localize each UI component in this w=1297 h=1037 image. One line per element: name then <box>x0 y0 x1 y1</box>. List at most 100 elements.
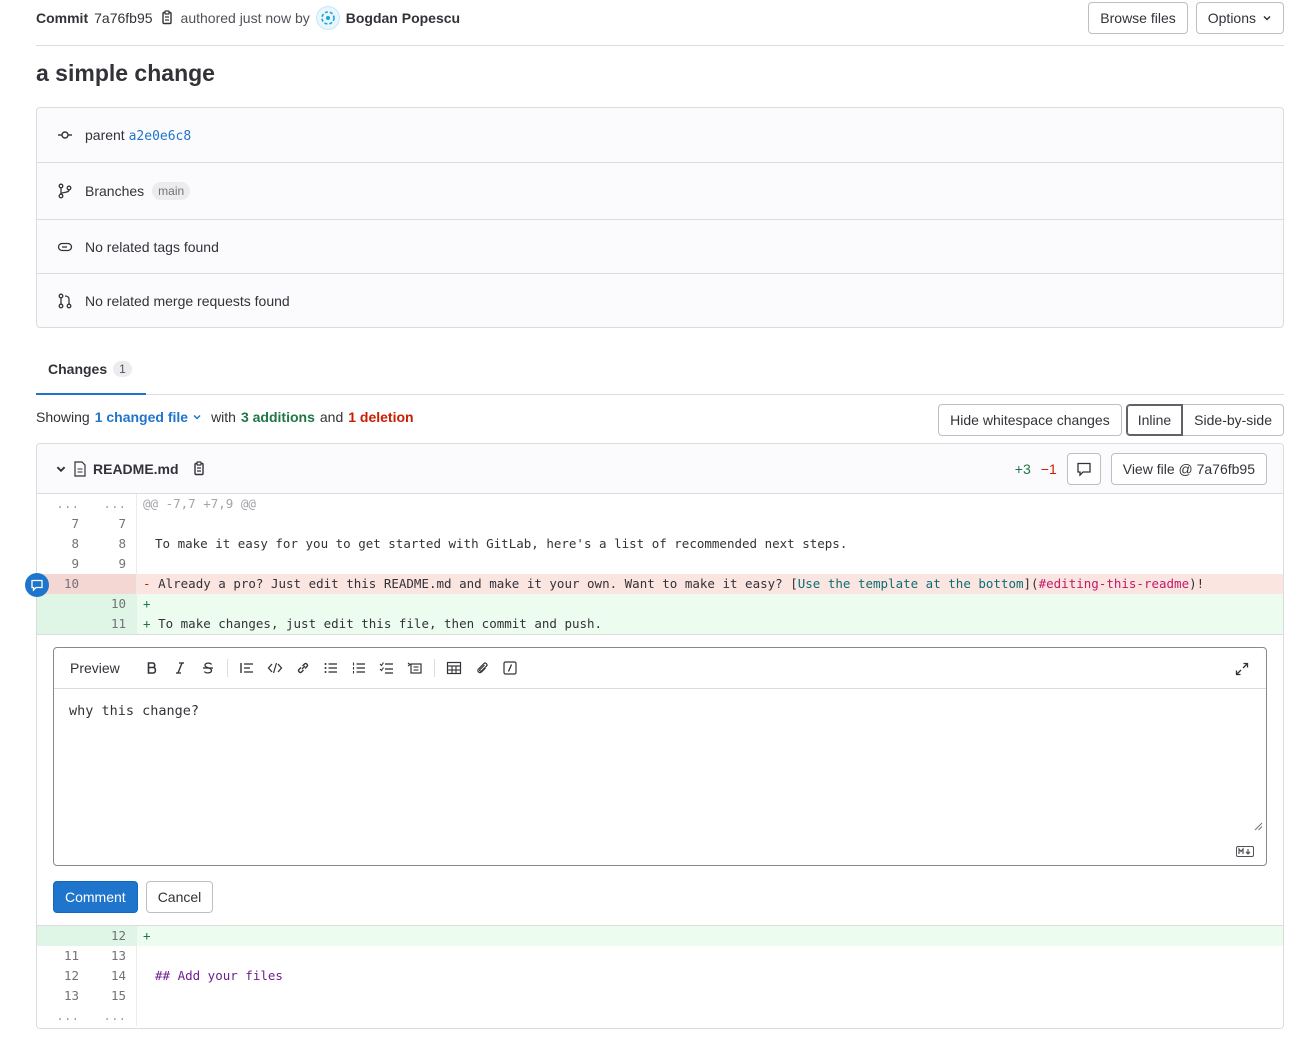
old-line-number[interactable] <box>37 594 87 614</box>
new-line-number[interactable]: ... <box>87 1006 137 1026</box>
chevron-down-icon[interactable] <box>55 463 67 475</box>
diff-line: 9 9 <box>37 554 1283 574</box>
line-code: + <box>143 596 159 611</box>
slash-command-icon[interactable] <box>496 654 524 682</box>
parent-sha-link[interactable]: a2e0e6c8 <box>129 129 192 144</box>
fullscreen-icon[interactable] <box>1228 655 1256 683</box>
chevron-down-icon <box>192 412 202 422</box>
parent-label: parent <box>85 126 125 143</box>
italic-icon[interactable] <box>166 654 194 682</box>
editor-toolbar: Preview <box>54 648 1266 689</box>
new-line-number[interactable]: 7 <box>87 514 137 534</box>
avatar[interactable] <box>315 5 340 30</box>
link-icon[interactable] <box>289 654 317 682</box>
commit-label: Commit <box>36 9 89 26</box>
old-line-number[interactable]: 12 <box>37 966 87 986</box>
old-line-number[interactable]: 13 <box>37 986 87 1006</box>
changed-files-dropdown[interactable]: 1 changed file <box>95 409 202 425</box>
old-line-number[interactable]: ... <box>37 494 87 514</box>
deletions-count: 1 deletion <box>348 409 414 425</box>
old-line-number[interactable] <box>37 926 87 946</box>
attachment-icon[interactable] <box>468 654 496 682</box>
commit-title: a simple change <box>36 60 215 86</box>
tab-changes[interactable]: Changes 1 <box>36 345 146 395</box>
options-button[interactable]: Options <box>1195 2 1284 34</box>
bold-icon[interactable] <box>138 654 166 682</box>
diff-line-added: 10 + <box>37 594 1283 614</box>
browse-files-button[interactable]: Browse files <box>1088 2 1188 34</box>
line-comment-icon[interactable] <box>25 573 49 597</box>
copy-path-icon[interactable] <box>191 460 207 477</box>
new-line-number[interactable]: 11 <box>87 614 137 634</box>
new-line-number[interactable] <box>87 574 137 594</box>
line-code: To make it easy for you to get started w… <box>155 536 848 551</box>
chevron-down-icon <box>1262 13 1272 23</box>
diff-line: ... ... @@ -7,7 +7,9 @@ <box>37 494 1283 514</box>
old-line-number[interactable] <box>37 614 87 634</box>
inline-view-button[interactable]: Inline <box>1125 404 1184 436</box>
resize-handle-icon[interactable] <box>1253 821 1263 831</box>
and-text: and <box>319 409 344 425</box>
old-line-number[interactable]: ... <box>37 1006 87 1026</box>
code-icon[interactable] <box>261 654 289 682</box>
branch-badge[interactable]: main <box>152 182 191 200</box>
old-line-number[interactable]: 7 <box>37 514 87 534</box>
merge-requests-row: No related merge requests found <box>37 274 1283 327</box>
comment-textarea[interactable]: why this change? <box>54 689 1266 865</box>
comment-form: Preview why this change? Comment Cancel <box>37 634 1283 926</box>
table-icon[interactable] <box>440 654 468 682</box>
tags-row: No related tags found <box>37 220 1283 274</box>
additions-count: 3 additions <box>240 409 315 425</box>
commit-icon <box>57 127 73 143</box>
diff-line: ... ... <box>37 1006 1283 1026</box>
numbered-list-icon[interactable] <box>345 654 373 682</box>
line-code: ## Add your files <box>155 968 283 983</box>
branches-label: Branches <box>85 183 145 199</box>
authored-text: authored just now by <box>180 9 310 26</box>
file-name[interactable]: README.md <box>93 461 179 477</box>
branch-icon <box>57 183 73 199</box>
file-additions: +3 <box>1014 461 1031 477</box>
markdown-icon <box>1236 846 1254 857</box>
old-line-number[interactable]: 8 <box>37 534 87 554</box>
view-file-button[interactable]: View file @ 7a76fb95 <box>1110 453 1267 485</box>
cancel-button[interactable]: Cancel <box>145 881 214 913</box>
old-line-number[interactable]: 11 <box>37 946 87 966</box>
diff-stats: Showing 1 changed file with 3 additions … <box>36 409 414 425</box>
tag-icon <box>57 239 73 255</box>
bullet-list-icon[interactable] <box>317 654 345 682</box>
quote-icon[interactable] <box>233 654 261 682</box>
showing-text: Showing <box>36 409 90 425</box>
view-mode-toggle: Inline Side-by-side <box>1125 404 1284 436</box>
merge-requests-text: No related merge requests found <box>85 292 290 309</box>
new-line-number[interactable]: 10 <box>87 594 137 614</box>
comment-submit-button[interactable]: Comment <box>53 881 138 913</box>
new-line-number[interactable]: 8 <box>87 534 137 554</box>
preview-tab[interactable]: Preview <box>70 660 120 676</box>
new-line-number[interactable]: 13 <box>87 946 137 966</box>
options-label: Options <box>1207 10 1256 26</box>
comment-icon <box>1076 461 1092 477</box>
side-by-side-view-button[interactable]: Side-by-side <box>1183 404 1284 436</box>
strikethrough-icon[interactable] <box>194 654 222 682</box>
copy-sha-icon[interactable] <box>159 9 175 26</box>
new-line-number[interactable]: 9 <box>87 554 137 574</box>
toggle-comments-button[interactable] <box>1066 453 1101 485</box>
toolbar-divider <box>433 659 435 677</box>
new-line-number[interactable]: 15 <box>87 986 137 1006</box>
hide-whitespace-button[interactable]: Hide whitespace changes <box>938 404 1122 436</box>
collapsible-section-icon[interactable] <box>401 654 429 682</box>
task-list-icon[interactable] <box>373 654 401 682</box>
file-icon <box>73 460 87 477</box>
diff-line: 7 7 <box>37 514 1283 534</box>
new-line-number[interactable]: ... <box>87 494 137 514</box>
old-line-number[interactable]: 9 <box>37 554 87 574</box>
line-code: + To make changes, just edit this file, … <box>143 616 603 631</box>
form-actions: Comment Cancel <box>53 881 214 913</box>
author-name[interactable]: Bogdan Popescu <box>346 10 460 26</box>
new-line-number[interactable]: 14 <box>87 966 137 986</box>
with-text: with <box>211 409 236 425</box>
new-line-number[interactable]: 12 <box>87 926 137 946</box>
